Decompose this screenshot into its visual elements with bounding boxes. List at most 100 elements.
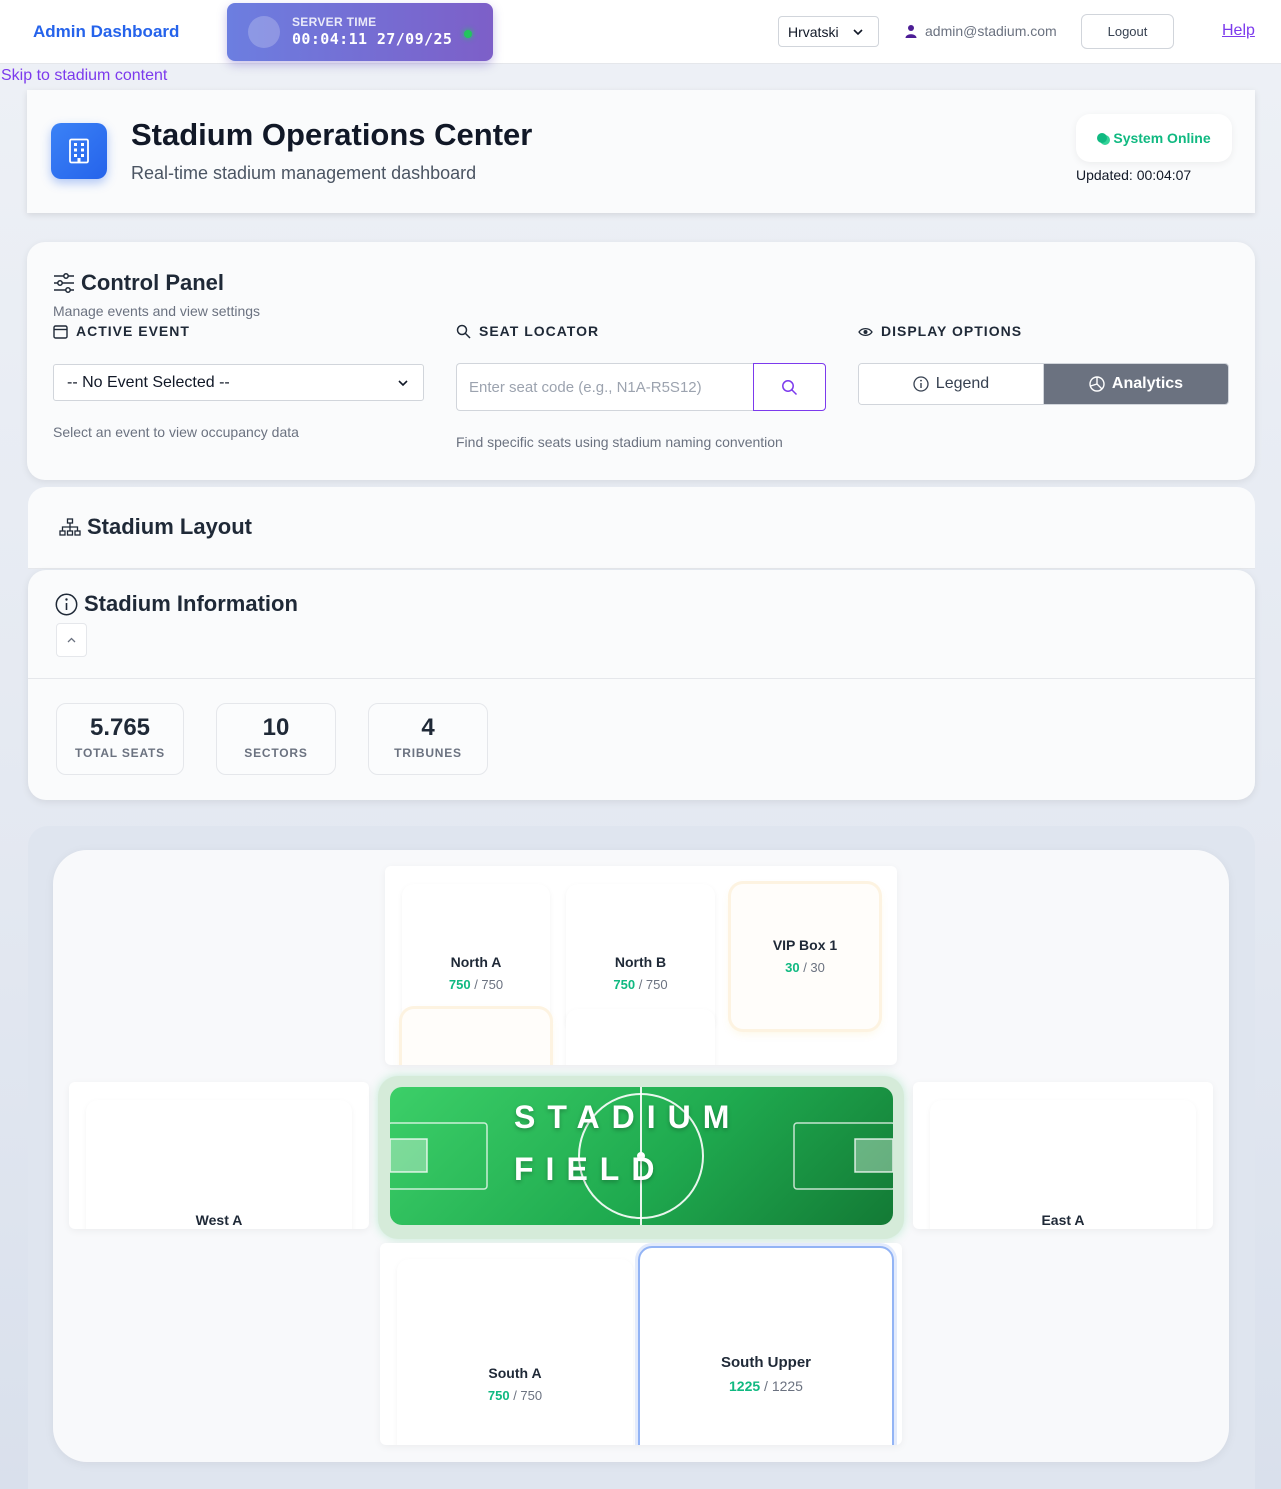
help-link[interactable]: Help bbox=[1222, 22, 1255, 40]
system-status-badge: System Online bbox=[1076, 114, 1232, 162]
top-navbar: Admin Dashboard SERVER TIME 00:04:11 27/… bbox=[0, 0, 1281, 64]
search-icon bbox=[782, 379, 798, 395]
control-panel-heading: Control Panel bbox=[53, 270, 224, 296]
stat-label: SECTORS bbox=[244, 746, 308, 760]
sector-north-b[interactable]: North B 750 / 750 bbox=[566, 884, 715, 1029]
info-icon bbox=[913, 376, 929, 392]
display-options-heading: DISPLAY OPTIONS bbox=[858, 323, 1022, 339]
sector-partial[interactable] bbox=[402, 1009, 550, 1065]
display-options-toggle: Legend Analytics bbox=[858, 363, 1229, 405]
user-info: admin@stadium.com bbox=[904, 23, 1057, 39]
display-options-label: DISPLAY OPTIONS bbox=[881, 323, 1023, 339]
seat-code-input[interactable] bbox=[456, 363, 754, 411]
south-tribune: South A 750 / 750 South Upper 1225 / 122… bbox=[380, 1243, 902, 1445]
language-select[interactable]: Hrvatski bbox=[778, 16, 879, 47]
stat-value: 10 bbox=[262, 714, 290, 741]
stat-value: 5.765 bbox=[89, 714, 151, 741]
chevron-down-icon bbox=[398, 380, 408, 387]
sector-partial[interactable] bbox=[566, 1009, 715, 1065]
sector-name: VIP Box 1 bbox=[772, 937, 838, 953]
language-value: Hrvatski bbox=[788, 24, 839, 40]
user-email: admin@stadium.com bbox=[925, 23, 1057, 39]
active-event-label: ACTIVE EVENT bbox=[76, 323, 190, 339]
stat-tribunes: 4 TRIBUNES bbox=[368, 703, 488, 775]
pie-chart-icon bbox=[1089, 376, 1105, 392]
stat-total-seats: 5.765 TOTAL SEATS bbox=[56, 703, 184, 775]
sliders-icon bbox=[54, 273, 74, 293]
stadium-information: Stadium Information 5.765 TOTAL SEATS 10… bbox=[28, 570, 1255, 800]
field-label-line2: FIELD bbox=[514, 1151, 667, 1187]
stadium-info-title: Stadium Information bbox=[84, 591, 298, 616]
event-select[interactable]: -- No Event Selected -- bbox=[53, 364, 424, 401]
system-status-text: System Online bbox=[1113, 130, 1211, 146]
sector-name: North B bbox=[614, 954, 667, 970]
sitemap-icon bbox=[59, 518, 81, 536]
analytics-toggle-button[interactable]: Analytics bbox=[1043, 364, 1228, 404]
seat-search-button[interactable] bbox=[753, 363, 826, 411]
stadium-info-heading: Stadium Information bbox=[55, 591, 298, 617]
building-icon bbox=[51, 123, 107, 179]
divider bbox=[28, 678, 1255, 679]
stat-label: TOTAL SEATS bbox=[75, 746, 165, 760]
available-seats: 750 bbox=[448, 977, 471, 992]
stadium-layout-heading: Stadium Layout bbox=[59, 514, 252, 540]
stadium-field: STADIUM FIELD bbox=[390, 1087, 893, 1225]
sector-name: North A bbox=[450, 954, 502, 970]
sector-name: South A bbox=[488, 1365, 542, 1381]
sector-south-a[interactable]: South A 750 / 750 bbox=[397, 1259, 633, 1445]
analytics-label: Analytics bbox=[1111, 375, 1184, 392]
chevron-up-icon bbox=[67, 637, 76, 642]
collapse-info-button[interactable] bbox=[56, 623, 87, 657]
server-time-widget: SERVER TIME 00:04:11 27/09/25 bbox=[227, 3, 493, 61]
available-seats: 30 bbox=[785, 960, 800, 975]
chevron-down-icon bbox=[853, 29, 863, 36]
sector-capacity: 750 / 750 bbox=[487, 1388, 543, 1403]
live-indicator bbox=[464, 30, 472, 38]
total-seats: 750 bbox=[481, 977, 504, 992]
logout-button[interactable]: Logout bbox=[1081, 14, 1174, 49]
control-panel: Control Panel Manage events and view set… bbox=[27, 242, 1255, 480]
sector-west-a[interactable]: West A bbox=[86, 1100, 352, 1229]
event-select-value: -- No Event Selected -- bbox=[67, 374, 230, 391]
stat-value: 4 bbox=[421, 714, 435, 741]
server-time-label: SERVER TIME bbox=[292, 15, 377, 29]
control-panel-subtitle: Manage events and view settings bbox=[53, 303, 261, 319]
stadium-layout-title: Stadium Layout bbox=[87, 514, 253, 539]
sector-vip-box-1[interactable]: VIP Box 1 30 / 30 bbox=[731, 884, 879, 1029]
north-tribune: North A 750 / 750 North B 750 / 750 VIP … bbox=[385, 866, 897, 1065]
page-header: Stadium Operations Center Real-time stad… bbox=[27, 90, 1255, 213]
sector-south-upper[interactable]: South Upper 1225 / 1225 bbox=[638, 1246, 894, 1445]
control-panel-title: Control Panel bbox=[81, 270, 225, 295]
stadium-layout-section: Stadium Layout bbox=[28, 487, 1255, 569]
total-seats: 750 bbox=[645, 977, 668, 992]
available-seats: 750 bbox=[613, 977, 636, 992]
page-title: Stadium Operations Center bbox=[131, 117, 533, 152]
info-icon bbox=[55, 593, 78, 615]
available-seats: 1225 bbox=[729, 1378, 761, 1394]
skip-to-content-link[interactable]: Skip to stadium content bbox=[1, 67, 167, 85]
event-help-text: Select an event to view occupancy data bbox=[53, 424, 299, 440]
search-icon bbox=[456, 324, 471, 339]
total-seats: 750 bbox=[520, 1388, 543, 1403]
seat-locator-heading: SEAT LOCATOR bbox=[456, 323, 599, 339]
calendar-icon bbox=[53, 324, 68, 339]
sector-capacity: 1225 / 1225 bbox=[729, 1378, 803, 1394]
sector-capacity: 30 / 30 bbox=[785, 960, 825, 975]
stat-label: TRIBUNES bbox=[394, 746, 462, 760]
available-seats: 750 bbox=[487, 1388, 510, 1403]
active-event-heading: ACTIVE EVENT bbox=[53, 323, 190, 339]
sector-north-a[interactable]: North A 750 / 750 bbox=[402, 884, 550, 1029]
legend-toggle-button[interactable]: Legend bbox=[859, 364, 1043, 404]
west-tribune: West A bbox=[69, 1082, 369, 1229]
legend-label: Legend bbox=[935, 375, 990, 392]
total-seats: 1225 bbox=[771, 1378, 803, 1394]
field-label-line1: STADIUM bbox=[514, 1099, 742, 1135]
sector-capacity: 750 / 750 bbox=[448, 977, 504, 992]
sector-east-a[interactable]: East A bbox=[930, 1100, 1196, 1229]
east-tribune: East A bbox=[913, 1082, 1213, 1229]
brand-link[interactable]: Admin Dashboard bbox=[33, 22, 179, 42]
eye-icon bbox=[858, 327, 873, 336]
clock-icon bbox=[248, 16, 280, 48]
server-time-value: 00:04:11 27/09/25 bbox=[292, 30, 453, 48]
total-seats: 30 bbox=[810, 960, 825, 975]
